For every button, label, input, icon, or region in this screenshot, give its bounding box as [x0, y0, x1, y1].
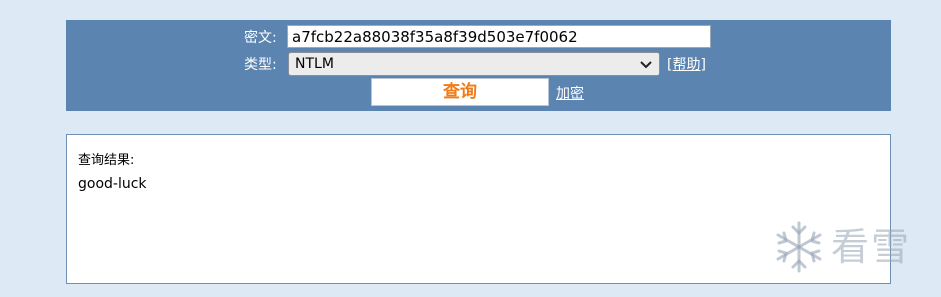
watermark-brand-text: 看雪 — [831, 225, 912, 269]
encrypt-link[interactable]: 加密 — [556, 86, 584, 102]
watermark: 看雪 — [771, 217, 931, 279]
snowflake-icon — [776, 221, 822, 273]
help-link[interactable]: [帮助] — [667, 57, 706, 73]
page: 密文: 类型: NTLM [帮助] 查询 加密 查询结果: good-luck — [0, 0, 941, 297]
type-select-value: NTLM — [295, 56, 334, 72]
type-label: 类型: — [244, 57, 277, 73]
cipher-input[interactable] — [287, 25, 711, 48]
chevron-down-icon — [640, 61, 652, 69]
result-panel: 查询结果: good-luck — [66, 134, 891, 284]
query-button[interactable]: 查询 — [371, 78, 549, 106]
result-title: 查询结果: — [78, 153, 135, 168]
type-select[interactable]: NTLM — [288, 52, 660, 76]
query-form-panel: 密文: 类型: NTLM [帮助] 查询 加密 — [66, 20, 891, 111]
cipher-label: 密文: — [244, 30, 277, 46]
result-value: good-luck — [78, 176, 147, 192]
